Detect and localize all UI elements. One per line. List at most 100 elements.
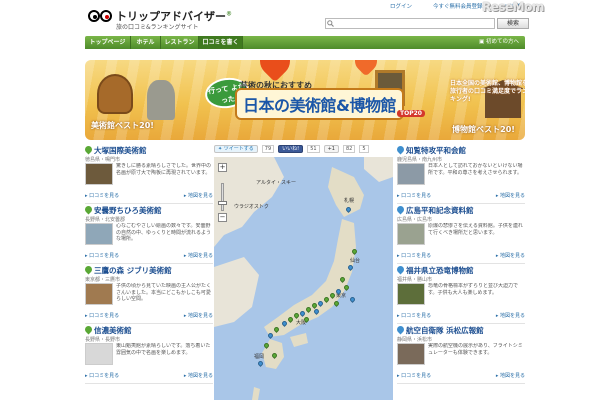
header: トリップアドバイザー® 旅の口コミ&ランキングサイト ログイン 今すぐ無料会員登…: [0, 0, 610, 36]
see-map-link[interactable]: ▸ 地図を見る: [496, 192, 525, 199]
camera-placeholder-icon[interactable]: [85, 343, 113, 365]
map-pin-icon[interactable]: [280, 319, 289, 328]
map-label: 仙台: [350, 258, 361, 264]
search-input[interactable]: [325, 18, 495, 29]
main-nav: トップページ ホテル レストラン 口コミを書く ▣ 初めての方へ: [85, 36, 525, 49]
see-reviews-link[interactable]: ▸ 口コミを見る: [397, 372, 431, 379]
see-map-link[interactable]: ▸ 地図を見る: [496, 312, 525, 319]
nav-restaurant[interactable]: レストラン: [161, 36, 199, 49]
map-pin-icon[interactable]: [316, 299, 325, 308]
like-button[interactable]: いいね!: [278, 145, 304, 153]
entry-thumbnail[interactable]: [85, 283, 113, 305]
map-pin-icon[interactable]: [292, 311, 301, 320]
map-pin-icon[interactable]: [256, 359, 265, 368]
list-item: 福井県立恐竜博物館 福井県・勝山市 恐竜の骨格標本がずらりと並び大迫力です。子供…: [395, 264, 525, 324]
entry-thumbnail[interactable]: [397, 283, 425, 305]
map-pin-icon[interactable]: [302, 315, 311, 324]
entry-title[interactable]: 大塚国際美術館: [94, 145, 147, 156]
map-pin-icon: [83, 144, 94, 155]
entry-title[interactable]: 航空自衛隊 浜松広報館: [406, 325, 484, 336]
search-button[interactable]: 検索: [497, 18, 529, 29]
see-map-link[interactable]: ▸ 地図を見る: [496, 252, 525, 259]
nav-first-time[interactable]: ▣ 初めての方へ: [479, 36, 519, 49]
map-pin-icon[interactable]: [270, 351, 279, 360]
search-icon: [327, 20, 334, 27]
entry-location: 長野県・北安曇郡: [85, 217, 126, 223]
tweet-count: 79: [261, 145, 275, 153]
entry-description: 恐竜の骨格標本がずらりと並び大迫力です。子供も大人も楽しめます。: [428, 283, 519, 296]
list-item: 安曇野ちひろ美術館 長野県・北安曇郡 心なごむやさしい絵画の数々です。安曇野の自…: [83, 204, 213, 264]
nav-write-review[interactable]: 口コミを書く: [199, 36, 243, 49]
entry-location: 鹿児島県・南九州市: [397, 157, 443, 163]
map-pin-icon[interactable]: [346, 263, 355, 272]
see-reviews-link[interactable]: ▸ 口コミを見る: [85, 312, 119, 319]
entry-title[interactable]: 知覧特攻平和会館: [406, 145, 466, 156]
entry-location: 福井県・勝山市: [397, 277, 433, 283]
entry-thumbnail[interactable]: [85, 223, 113, 245]
map-pin-icon[interactable]: [286, 315, 295, 324]
tripadvisor-logo[interactable]: トリップアドバイザー® 旅の口コミ&ランキングサイト: [88, 8, 232, 31]
list-item: 知覧特攻平和会館 鹿児島県・南九州市 日本人として訪れておかないといけない場所で…: [395, 144, 525, 204]
map-pin-icon[interactable]: [262, 341, 271, 350]
entry-thumbnail[interactable]: [397, 163, 425, 185]
zoom-in-button[interactable]: +: [218, 163, 227, 172]
entry-thumbnail[interactable]: [397, 223, 425, 245]
see-reviews-link[interactable]: ▸ 口コミを見る: [397, 192, 431, 199]
museum-best20-label: 博物館ベスト20!: [452, 125, 515, 134]
map-pin-icon[interactable]: [332, 299, 341, 308]
nav-top[interactable]: トップページ: [85, 36, 131, 49]
japan-map[interactable]: + − アルタイ・スキー ウラジオストク 札幌 仙台 東京 大阪 福岡: [214, 157, 393, 400]
see-map-link[interactable]: ▸ 地図を見る: [496, 372, 525, 379]
entry-description: 原爆の悲惨さを伝える資料館。子供を連れて行くべき場所だと思います。: [428, 223, 523, 236]
clock-illustration: [97, 74, 133, 114]
see-reviews-link[interactable]: ▸ 口コミを見る: [85, 372, 119, 379]
map-pin-icon: [395, 264, 406, 275]
map-pin-icon[interactable]: [322, 295, 331, 304]
map-land: [214, 157, 393, 400]
map-pin-icon[interactable]: [304, 305, 313, 314]
login-link[interactable]: ログイン: [390, 2, 412, 10]
map-pin-icon[interactable]: [312, 307, 321, 316]
entry-thumbnail[interactable]: [85, 163, 113, 185]
entry-description: 驚きしに勝る素晴らしさでした。世界中の名画が原寸大で陶板に再現されています。: [116, 163, 212, 176]
map-pin-icon[interactable]: [350, 247, 359, 256]
map-pin-icon[interactable]: [342, 283, 351, 292]
map-pin-icon[interactable]: [266, 331, 275, 340]
entry-title[interactable]: 福井県立恐竜博物館: [406, 265, 474, 276]
nav-hotel[interactable]: ホテル: [131, 36, 161, 49]
see-reviews-link[interactable]: ▸ 口コミを見る: [397, 252, 431, 259]
list-item: 信濃美術館 長野県・長野市 東山魁夷館が素晴らしいです。落ち着いた雰囲気の中で名…: [83, 324, 213, 384]
see-map-link[interactable]: ▸ 地図を見る: [184, 312, 213, 319]
see-map-link[interactable]: ▸ 地図を見る: [184, 372, 213, 379]
entry-thumbnail[interactable]: [397, 343, 425, 365]
watermark: ReseMom: [482, 0, 544, 14]
plus-one-button[interactable]: +1: [323, 145, 339, 153]
map-pin-icon[interactable]: [328, 291, 337, 300]
map-pin-icon[interactable]: [334, 287, 343, 296]
map-pin-icon[interactable]: [344, 205, 353, 214]
zoom-control[interactable]: + −: [216, 163, 230, 223]
social-share-bar: ✦ ツイートする 79 いいね! 51 +1 82 5: [214, 144, 394, 154]
entry-title[interactable]: 信濃美術館: [94, 325, 132, 336]
see-reviews-link[interactable]: ▸ 口コミを見る: [85, 252, 119, 259]
entry-location: 長野県・長野市: [85, 337, 121, 343]
zoom-out-button[interactable]: −: [218, 213, 227, 222]
map-pin-icon[interactable]: [272, 325, 281, 334]
zoom-slider[interactable]: [221, 183, 224, 211]
entry-title[interactable]: 広島平和記念資料館: [406, 205, 474, 216]
zoom-slider-handle[interactable]: [218, 201, 227, 205]
entry-title[interactable]: 三鷹の森 ジブリ美術館: [94, 265, 172, 276]
tweet-button[interactable]: ✦ ツイートする: [214, 145, 258, 153]
entry-title[interactable]: 安曇野ちひろ美術館: [94, 205, 162, 216]
map-pin-icon[interactable]: [348, 295, 357, 304]
register-link[interactable]: 今すぐ無料会員登録: [433, 2, 483, 10]
see-map-link[interactable]: ▸ 地図を見る: [184, 252, 213, 259]
see-reviews-link[interactable]: ▸ 口コミを見る: [397, 312, 431, 319]
see-reviews-link[interactable]: ▸ 口コミを見る: [85, 192, 119, 199]
like-count: 51: [307, 145, 320, 153]
see-map-link[interactable]: ▸ 地図を見る: [184, 192, 213, 199]
banner-title: 日本の美術館&博物館: [235, 88, 404, 120]
map-pin-icon[interactable]: [338, 275, 347, 284]
map-pin-icon: [83, 204, 94, 215]
banner-description: 日本全国の美術館、博物館を旅行者の口コミ満足度でランキング!: [450, 80, 525, 103]
